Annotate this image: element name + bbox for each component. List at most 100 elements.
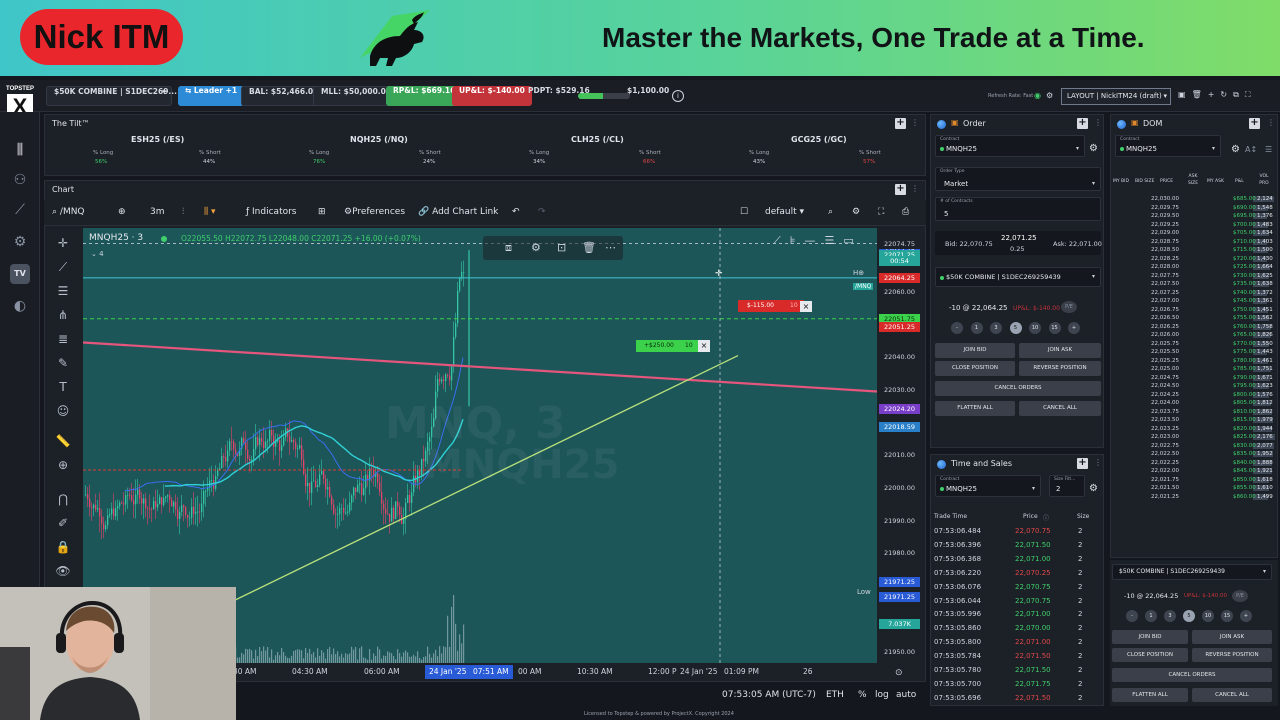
qty-button[interactable]: 5 <box>1183 610 1195 622</box>
alert-icon[interactable]: H⊕ <box>853 269 864 277</box>
join-bid-button[interactable]: JOIN BID <box>935 343 1015 358</box>
dom-row[interactable]: 22,024.50 $795.00 1,623 <box>1111 382 1273 390</box>
lock-icon[interactable]: 🔒 <box>54 538 72 556</box>
panel-menu-icon[interactable]: ⋮ <box>1267 118 1275 127</box>
add-panel-icon[interactable]: + <box>895 184 906 195</box>
cancel-all-button[interactable]: CANCEL ALL <box>1019 401 1101 416</box>
dom-row[interactable]: 22,022.75 $830.00 2,077 <box>1111 442 1274 450</box>
dom-row[interactable]: 22,029.25 $700.00 1,483 <box>1111 221 1273 229</box>
dom-cancel-all-button[interactable]: CANCEL ALL <box>1192 688 1272 702</box>
fullscreen-icon[interactable]: ⛶ <box>878 207 884 217</box>
lock-drawing-icon[interactable]: ✐ <box>54 514 72 532</box>
layout-select[interactable]: LAYOUT | NickITM24 (draft) ▾ <box>1061 88 1171 105</box>
ruler-icon[interactable]: 📏 <box>54 432 72 450</box>
contracts-input[interactable]: # of Contracts 5 <box>935 197 1101 221</box>
dom-row[interactable]: 22,026.50 $755.00 1,562 <box>1111 314 1273 322</box>
dom-row[interactable]: 22,028.50 $715.00 1,500 <box>1111 246 1273 254</box>
dom-join-bid-button[interactable]: JOIN BID <box>1112 630 1188 644</box>
lines-tool-icon[interactable]: ☰ <box>824 234 843 247</box>
more-icon[interactable]: ⋯ <box>605 241 616 254</box>
ts-settings-icon[interactable]: ⚙ <box>1089 483 1098 494</box>
zoom-in-icon[interactable]: ⊕ <box>54 456 72 474</box>
account-selector[interactable]: $50K COMBINE | S1DEC269... ▾ <box>46 86 177 106</box>
dom-row[interactable]: 22,023.25 $820.00 1,944 <box>1111 425 1273 433</box>
ts-contract-select[interactable]: Contract MNQH25 ▾ <box>935 475 1041 497</box>
crosshair-icon[interactable]: ✛ <box>54 234 72 252</box>
community-icon[interactable]: ⚇ <box>10 170 30 190</box>
qty-button[interactable]: 15 <box>1221 610 1233 622</box>
leader-button[interactable]: ⇆ Leader +1 <box>178 86 245 106</box>
pe-badge[interactable]: P/E <box>1061 301 1077 313</box>
refresh-icon[interactable]: ↻ <box>1220 90 1233 99</box>
horizontal-lines-icon[interactable]: ☰ <box>54 282 72 300</box>
qty-button[interactable]: 5 <box>1009 322 1022 334</box>
cancel-target-icon[interactable]: × <box>698 340 710 352</box>
dom-row[interactable]: 22,022.25 $840.00 1,888 <box>1111 459 1273 467</box>
camera-icon[interactable]: ⎙ <box>902 207 909 217</box>
add-chart-link-button[interactable]: 🔗 Add Chart Link <box>418 207 498 217</box>
qty-button[interactable]: 1 <box>1145 610 1157 622</box>
dom-row[interactable]: 22,029.75 $690.00 1,548 <box>1111 204 1273 212</box>
preferences-button[interactable]: ⚙Preferences <box>344 207 405 217</box>
panel-menu-icon[interactable]: ⋮ <box>911 184 919 193</box>
fib-icon[interactable]: ≣ <box>54 330 72 348</box>
dom-row[interactable]: 22,028.75 $710.00 1,403 <box>1111 238 1273 246</box>
analytics-icon[interactable]: ⟋ <box>10 200 30 220</box>
candles-style-icon[interactable]: ⫼ ▾ <box>204 207 216 217</box>
line-tool-icon[interactable]: ⟋ <box>773 234 790 247</box>
drawing-settings-icon[interactable]: ⚙ <box>531 241 541 254</box>
group-icon[interactable]: ⧈ <box>505 241 512 255</box>
dom-join-ask-button[interactable]: JOIN ASK <box>1192 630 1272 644</box>
cancel-orders-button[interactable]: CANCEL ORDERS <box>935 381 1101 396</box>
qty-button[interactable]: 10 <box>1202 610 1214 622</box>
range-tool-icon[interactable]: ⊧ <box>790 234 805 247</box>
hline-tool-icon[interactable]: — <box>804 234 824 247</box>
dom-row[interactable]: 22,028.00 $725.00 1,664 <box>1111 263 1273 271</box>
dom-row[interactable]: 22,025.75 $770.00 1,550 <box>1111 340 1273 348</box>
price-axis[interactable]: 22072.7522074.7522071.2500:5422064.25220… <box>877 228 922 663</box>
dom-menu-icon[interactable]: ☰ <box>1265 145 1272 154</box>
panel-menu-icon[interactable]: ⋮ <box>1094 118 1102 127</box>
order-settings-icon[interactable]: ⚙ <box>1089 143 1098 154</box>
dom-close-position-button[interactable]: CLOSE POSITION <box>1112 648 1188 662</box>
dom-row[interactable]: 22,023.75 $810.00 1,862 <box>1111 408 1273 416</box>
dom-row[interactable]: 22,021.50 $855.00 1,610 <box>1111 484 1273 492</box>
indicators-button[interactable]: ƒ Indicators <box>246 207 297 217</box>
dom-row[interactable]: 22,026.75 $750.00 1,451 <box>1111 306 1273 314</box>
add-panel-icon[interactable]: + <box>1249 118 1260 129</box>
log-toggle[interactable]: log <box>875 690 889 700</box>
collapse-indicators[interactable]: ⌄ 4 <box>91 250 104 258</box>
gear-icon[interactable]: ⚙ <box>1046 91 1053 100</box>
reset-axis-icon[interactable]: ⊙ <box>895 668 903 678</box>
save-icon[interactable]: ▣ <box>1178 90 1192 99</box>
dom-row[interactable]: 22,029.00 $705.00 1,634 <box>1111 229 1273 237</box>
dom-flatten-all-button[interactable]: FLATTEN ALL <box>1112 688 1188 702</box>
dom-row[interactable]: 22,026.25 $760.00 1,758 <box>1111 323 1273 331</box>
dom-row[interactable]: 22,023.50 $815.00 1,979 <box>1111 416 1273 424</box>
dom-contract-select[interactable]: Contract MNQH25 ▾ <box>1115 135 1221 157</box>
zoom-icon[interactable]: ⌕ <box>828 207 833 217</box>
dom-reverse-position-button[interactable]: REVERSE POSITION <box>1192 648 1272 662</box>
delete-icon[interactable]: 🗑 <box>582 241 596 254</box>
brush-icon[interactable]: ✎ <box>54 354 72 372</box>
dom-row[interactable]: 22,021.75 $850.00 1,618 <box>1111 476 1273 484</box>
trendline-icon[interactable]: ⟋ <box>54 258 72 276</box>
tv-icon[interactable]: TV <box>10 264 30 284</box>
text-size-icon[interactable]: A↕ <box>1245 145 1257 154</box>
dom-row[interactable]: 22,027.50 $735.00 1,638 <box>1111 280 1273 288</box>
target-order-flag[interactable]: +$250.00 10 <box>636 340 698 352</box>
popout-icon[interactable]: ⧉ <box>1233 90 1245 99</box>
info-icon[interactable]: i <box>672 90 684 102</box>
lock-icon[interactable]: ⊡ <box>557 241 566 254</box>
chart-settings-icon[interactable]: ⚙ <box>852 207 860 217</box>
magnet-icon[interactable]: ⋂ <box>54 490 72 508</box>
box-tool-icon[interactable]: ▭ <box>843 234 862 247</box>
fullscreen-icon[interactable]: ⛶ <box>1245 90 1257 99</box>
add-panel-icon[interactable]: + <box>1077 458 1088 469</box>
dom-row[interactable]: 22,029.50 $695.00 1,376 <box>1111 212 1273 220</box>
dom-row[interactable]: 22,022.50 $835.00 1,952 <box>1111 450 1273 458</box>
qty-button[interactable]: + <box>1068 322 1080 334</box>
add-panel-icon[interactable]: + <box>895 118 906 129</box>
order-account-select[interactable]: $50K COMBINE | S1DEC269259439 ▾ <box>935 267 1101 287</box>
close-position-button[interactable]: CLOSE POSITION <box>935 361 1015 376</box>
